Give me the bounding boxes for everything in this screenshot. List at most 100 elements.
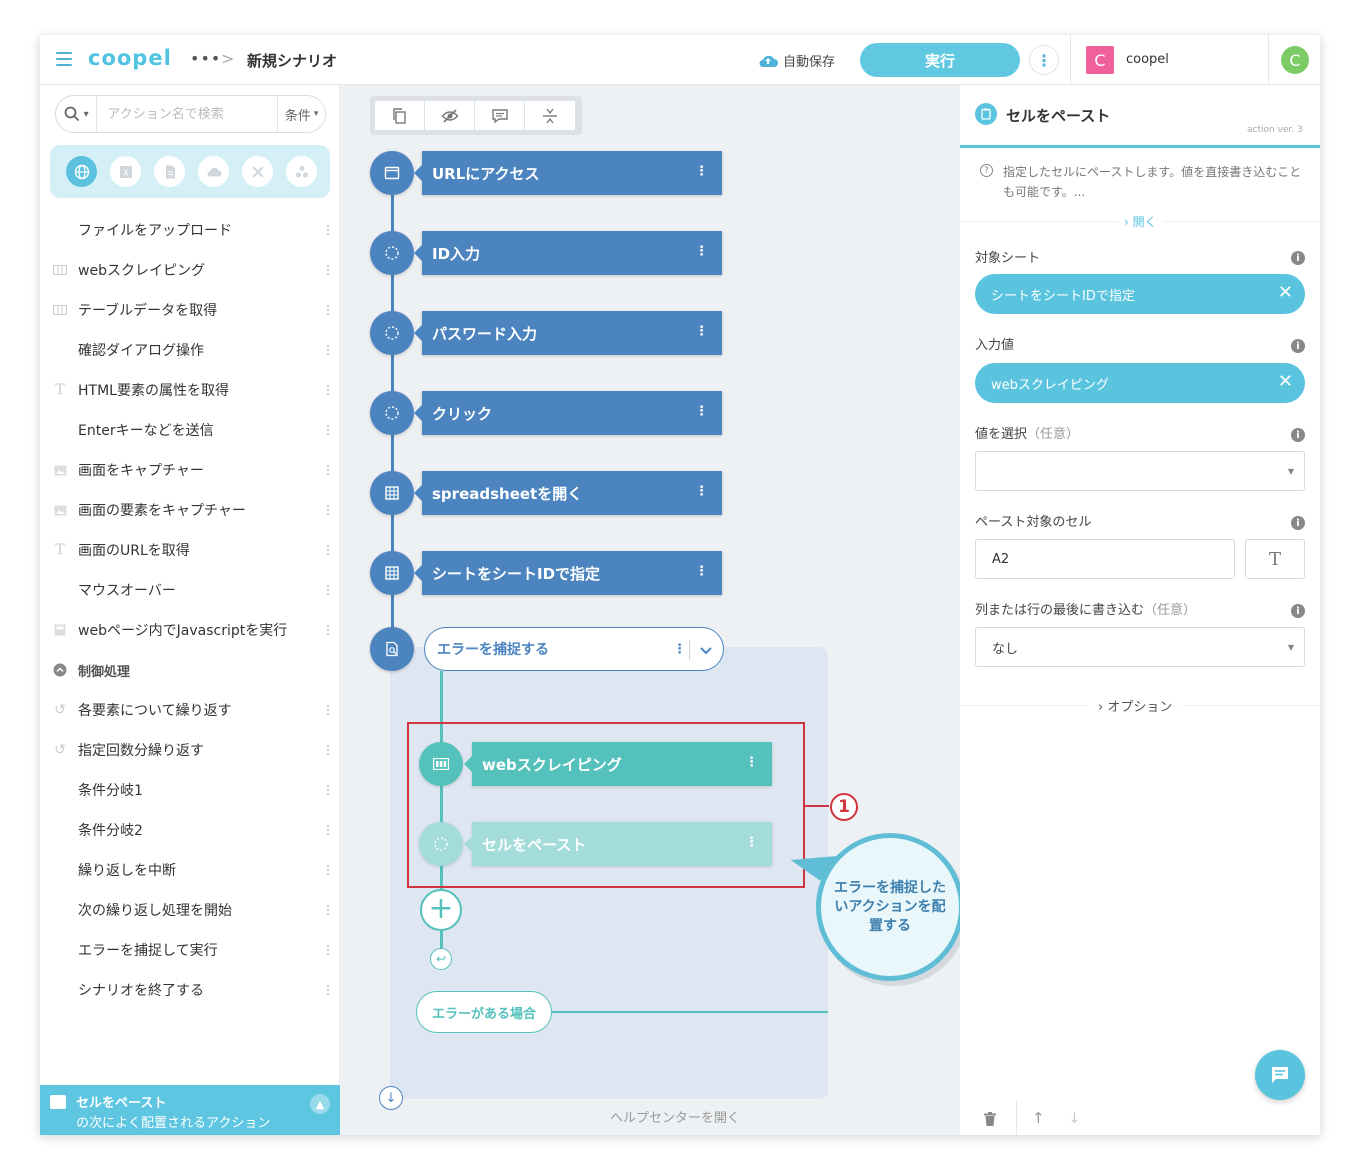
drag-handle-icon[interactable]: ⋮ <box>322 503 334 517</box>
drag-handle-icon[interactable]: ⋮ <box>322 583 334 597</box>
flow-node[interactable]: ID入力 ⋮ <box>414 231 722 275</box>
move-down-icon[interactable]: ↓ <box>1068 1109 1081 1127</box>
info-icon[interactable]: i <box>1291 251 1305 265</box>
flow-node[interactable]: シートをシートIDで指定 ⋮ <box>414 551 722 595</box>
action-item[interactable]: 画面をキャプチャー ⋮ <box>40 450 340 490</box>
action-item[interactable]: 画面の要素をキャプチャー ⋮ <box>40 490 340 530</box>
action-item[interactable]: ↺ 各要素について繰り返す ⋮ <box>40 690 340 730</box>
scenario-title[interactable]: 新規シナリオ <box>247 50 337 71</box>
menu-icon[interactable] <box>56 52 72 66</box>
drag-handle-icon[interactable]: ⋮ <box>322 343 334 357</box>
drag-handle-icon[interactable]: ⋮ <box>322 463 334 477</box>
node-menu-icon[interactable]: ⋮ <box>673 642 686 657</box>
drag-handle-icon[interactable]: ⋮ <box>322 943 334 957</box>
user-avatar[interactable]: C <box>1281 46 1309 74</box>
flow-node[interactable]: パスワード入力 ⋮ <box>414 311 722 355</box>
drag-handle-icon[interactable]: ⋮ <box>322 623 334 637</box>
node-icon-button[interactable] <box>370 231 414 275</box>
add-action-button[interactable]: + <box>420 889 462 931</box>
node-icon-button[interactable] <box>370 471 414 515</box>
clear-icon[interactable]: ✕ <box>1278 284 1293 302</box>
category-tools[interactable] <box>242 156 273 187</box>
flow-node[interactable]: URLにアクセス ⋮ <box>414 151 722 195</box>
suggestion-panel[interactable]: セルをペースト の次によく配置されるアクション ▲ <box>40 1085 340 1135</box>
search-type-dropdown[interactable]: ▾ <box>56 96 98 132</box>
action-item[interactable]: Enterキーなどを送信 ⋮ <box>40 410 340 450</box>
breadcrumb-more-button[interactable]: ••• <box>190 49 221 68</box>
app-logo[interactable]: coopel <box>88 46 172 70</box>
scroll-down-icon[interactable]: ↓ <box>379 1086 403 1110</box>
action-item[interactable]: T HTML要素の属性を取得 ⋮ <box>40 370 340 410</box>
drag-handle-icon[interactable]: ⋮ <box>322 303 334 317</box>
chat-support-button[interactable] <box>1255 1050 1305 1100</box>
chevron-down-icon[interactable] <box>699 640 713 660</box>
action-item[interactable]: ファイルをアップロード ⋮ <box>40 210 340 250</box>
drag-handle-icon[interactable]: ⋮ <box>322 423 334 437</box>
info-icon[interactable]: i <box>1291 516 1305 530</box>
expand-description-button[interactable]: › 開く <box>1118 213 1163 230</box>
search-input[interactable] <box>97 106 278 122</box>
input-value-chip[interactable]: webスクレイピング ✕ <box>975 363 1305 403</box>
drag-handle-icon[interactable]: ⋮ <box>322 863 334 877</box>
comment-button[interactable] <box>475 101 525 130</box>
action-item[interactable]: ↺ 指定回数分繰り返す ⋮ <box>40 730 340 770</box>
category-web[interactable] <box>66 156 97 187</box>
node-icon-button[interactable] <box>370 391 414 435</box>
more-options-button[interactable]: ⋮ <box>1029 45 1059 75</box>
node-icon-button[interactable] <box>370 627 414 671</box>
action-item[interactable]: テーブルデータを取得 ⋮ <box>40 290 340 330</box>
action-item[interactable]: シナリオを終了する ⋮ <box>40 970 340 1010</box>
category-more[interactable] <box>286 156 317 187</box>
flow-node[interactable]: クリック ⋮ <box>414 391 722 435</box>
node-icon-button[interactable] <box>370 311 414 355</box>
options-toggle[interactable]: › オプション <box>1088 696 1183 715</box>
copy-button[interactable] <box>375 101 425 130</box>
node-menu-icon[interactable]: ⋮ <box>695 164 708 179</box>
run-button[interactable]: 実行 <box>860 43 1020 77</box>
action-item[interactable]: webスクレイピング ⋮ <box>40 250 340 290</box>
category-document[interactable] <box>154 156 185 187</box>
workspace-avatar[interactable]: C <box>1086 46 1114 74</box>
node-icon-button[interactable] <box>370 151 414 195</box>
node-menu-icon[interactable]: ⋮ <box>695 244 708 259</box>
action-item[interactable]: 条件分岐1 ⋮ <box>40 770 340 810</box>
help-center-link[interactable]: ヘルプセンターを開く <box>610 1107 740 1126</box>
action-item[interactable]: 条件分岐2 ⋮ <box>40 810 340 850</box>
condition-filter-button[interactable]: 条件 ▾ <box>277 96 325 132</box>
drag-handle-icon[interactable]: ⋮ <box>322 223 334 237</box>
info-icon[interactable]: i <box>1291 339 1305 353</box>
target-cell-input[interactable] <box>975 539 1235 579</box>
section-header-control[interactable]: 制御処理 <box>40 650 340 690</box>
node-menu-icon[interactable]: ⋮ <box>695 324 708 339</box>
chevron-up-icon[interactable]: ▲ <box>310 1094 330 1114</box>
clear-icon[interactable]: ✕ <box>1278 373 1293 391</box>
action-item[interactable]: webページ内でJavascriptを実行 ⋮ <box>40 610 340 650</box>
drag-handle-icon[interactable]: ⋮ <box>322 543 334 557</box>
text-mode-button[interactable]: T <box>1245 539 1305 579</box>
append-mode-select[interactable]: なし ▼ <box>975 627 1305 667</box>
autosave-status[interactable]: 自動保存 <box>758 51 835 70</box>
info-icon[interactable]: i <box>1291 428 1305 442</box>
flow-node[interactable]: spreadsheetを開く ⋮ <box>414 471 722 515</box>
node-menu-icon[interactable]: ⋮ <box>695 404 708 419</box>
action-item[interactable]: 次の繰り返し処理を開始 ⋮ <box>40 890 340 930</box>
value-select[interactable]: ▼ <box>975 451 1305 491</box>
error-catch-node[interactable]: エラーを捕捉する ⋮ <box>424 627 724 671</box>
action-item[interactable]: 繰り返しを中断 ⋮ <box>40 850 340 890</box>
target-sheet-chip[interactable]: シートをシートIDで指定 ✕ <box>975 274 1305 314</box>
node-icon-button[interactable] <box>370 551 414 595</box>
return-icon[interactable]: ↩ <box>430 948 452 970</box>
action-item[interactable]: 確認ダイアログ操作 ⋮ <box>40 330 340 370</box>
drag-handle-icon[interactable]: ⋮ <box>322 383 334 397</box>
category-excel[interactable]: X <box>110 156 141 187</box>
drag-handle-icon[interactable]: ⋮ <box>322 783 334 797</box>
drag-handle-icon[interactable]: ⋮ <box>322 983 334 997</box>
action-item[interactable]: エラーを捕捉して実行 ⋮ <box>40 930 340 970</box>
drag-handle-icon[interactable]: ⋮ <box>322 703 334 717</box>
category-cloud[interactable] <box>198 156 229 187</box>
collapse-all-button[interactable] <box>525 101 575 130</box>
action-item[interactable]: T 画面のURLを取得 ⋮ <box>40 530 340 570</box>
workspace-name[interactable]: coopel <box>1126 52 1169 67</box>
drag-handle-icon[interactable]: ⋮ <box>322 823 334 837</box>
drag-handle-icon[interactable]: ⋮ <box>322 903 334 917</box>
